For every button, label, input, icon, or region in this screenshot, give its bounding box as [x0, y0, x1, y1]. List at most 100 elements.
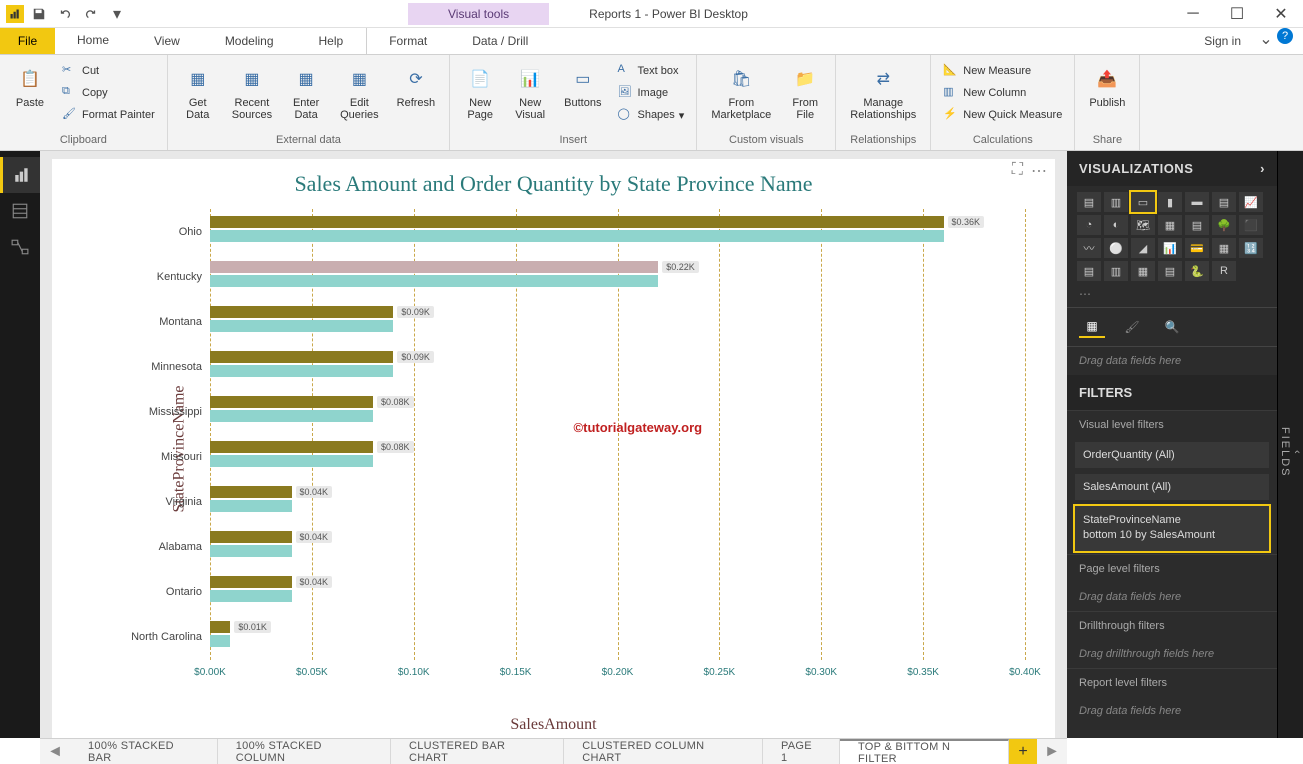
sign-in-link[interactable]: Sign in — [1190, 28, 1255, 54]
viz-type-26[interactable]: R — [1212, 261, 1236, 281]
viz-type-16[interactable]: ◢ — [1131, 238, 1155, 258]
page-filters-drop[interactable]: Drag data fields here — [1067, 583, 1277, 611]
fields-mode-icon[interactable]: ▦ — [1079, 316, 1105, 338]
tab-home[interactable]: Home — [55, 28, 132, 54]
viz-type-8[interactable]: ◐ — [1104, 215, 1128, 235]
page-tab-5[interactable]: TOP & Bittom N Filter — [840, 739, 1009, 764]
get-data-button[interactable]: ▦Get Data — [176, 61, 220, 123]
chevron-right-icon[interactable]: › — [1260, 161, 1265, 176]
viz-type-5[interactable]: ▤ — [1212, 192, 1236, 212]
data-view-icon[interactable] — [0, 193, 40, 229]
viz-type-3[interactable]: ▮ — [1158, 192, 1182, 212]
bar-sales[interactable] — [210, 396, 373, 408]
new-measure-button[interactable]: 📐New Measure — [939, 61, 1066, 81]
buttons-button[interactable]: ▭Buttons — [558, 61, 607, 111]
bar-qty[interactable] — [210, 320, 393, 332]
help-icon[interactable]: ? — [1277, 28, 1293, 44]
bar-qty[interactable] — [210, 635, 230, 647]
report-canvas[interactable]: ⛶ ⋯ Sales Amount and Order Quantity by S… — [52, 159, 1055, 738]
page-nav-next[interactable]: ► — [1037, 739, 1067, 764]
viz-type-6[interactable]: 📈 — [1239, 192, 1263, 212]
tab-format[interactable]: Format — [366, 28, 450, 54]
qat-redo-icon[interactable] — [80, 3, 102, 25]
enter-data-button[interactable]: ▦Enter Data — [284, 61, 328, 123]
viz-type-24[interactable]: ▤ — [1158, 261, 1182, 281]
copy-button[interactable]: ⧉Copy — [58, 83, 159, 103]
bar-sales[interactable] — [210, 261, 658, 273]
bar-sales[interactable] — [210, 486, 292, 498]
viz-type-23[interactable]: ▦ — [1131, 261, 1155, 281]
format-mode-icon[interactable]: 🖌 — [1119, 316, 1145, 338]
tab-modeling[interactable]: Modeling — [203, 28, 297, 54]
cut-button[interactable]: ✂Cut — [58, 61, 159, 81]
page-tab-2[interactable]: Clustered Bar Chart — [391, 739, 564, 764]
filter-order-quantity[interactable]: OrderQuantity (All) — [1075, 442, 1269, 468]
drillthrough-drop[interactable]: Drag drillthrough fields here — [1067, 640, 1277, 668]
fields-pane-collapsed[interactable]: ‹FIELDS — [1277, 151, 1303, 738]
viz-type-10[interactable]: ▦ — [1158, 215, 1182, 235]
file-tab[interactable]: File — [0, 28, 55, 54]
more-options-icon[interactable]: ⋯ — [1029, 159, 1049, 183]
filter-state-province-name[interactable]: StateProvinceNamebottom 10 by SalesAmoun… — [1075, 506, 1269, 551]
tab-view[interactable]: View — [132, 28, 203, 54]
refresh-button[interactable]: ⟳Refresh — [391, 61, 442, 111]
edit-queries-button[interactable]: ▦Edit Queries — [334, 61, 385, 123]
page-tab-1[interactable]: 100% Stacked Column — [218, 739, 391, 764]
viz-type-4[interactable]: ▬ — [1185, 192, 1209, 212]
analytics-mode-icon[interactable]: 🔍 — [1159, 316, 1185, 338]
new-page-button[interactable]: 📄New Page — [458, 61, 502, 123]
format-painter-button[interactable]: 🖌Format Painter — [58, 105, 159, 125]
report-filters-drop[interactable]: Drag data fields here — [1067, 697, 1277, 725]
from-marketplace-button[interactable]: 🛍From Marketplace — [705, 61, 777, 123]
bar-sales[interactable] — [210, 441, 373, 453]
image-button[interactable]: 🖼Image — [613, 83, 688, 103]
close-button[interactable]: ✕ — [1259, 0, 1303, 28]
maximize-button[interactable]: ☐ — [1215, 0, 1259, 28]
viz-type-15[interactable]: ⚪ — [1104, 238, 1128, 258]
paste-button[interactable]: 📋Paste — [8, 61, 52, 111]
bar-sales[interactable] — [210, 621, 230, 633]
viz-type-7[interactable]: ◔ — [1077, 215, 1101, 235]
qat-dropdown-icon[interactable]: ▾ — [106, 3, 128, 25]
viz-type-25[interactable]: 🐍 — [1185, 261, 1209, 281]
tab-help[interactable]: Help — [297, 28, 367, 54]
add-page-button[interactable]: + — [1009, 739, 1037, 764]
viz-type-14[interactable]: 〰 — [1077, 238, 1101, 258]
focus-mode-icon[interactable]: ⛶ — [1010, 159, 1025, 183]
bar-sales[interactable] — [210, 576, 292, 588]
visualizations-header[interactable]: VISUALIZATIONS› — [1067, 151, 1277, 186]
page-tab-4[interactable]: Page 1 — [763, 739, 840, 764]
chevron-down-icon[interactable]: ⌄ — [1255, 28, 1277, 50]
viz-type-17[interactable]: 📊 — [1158, 238, 1182, 258]
viz-type-18[interactable]: 💳 — [1185, 238, 1209, 258]
tab-data-drill[interactable]: Data / Drill — [450, 28, 551, 54]
bar-sales[interactable] — [210, 531, 292, 543]
bar-sales[interactable] — [210, 351, 393, 363]
viz-type-22[interactable]: ▥ — [1104, 261, 1128, 281]
recent-sources-button[interactable]: ▦Recent Sources — [226, 61, 278, 123]
report-view-icon[interactable] — [0, 157, 40, 193]
page-tab-3[interactable]: Clustered Column Chart — [564, 739, 763, 764]
viz-type-11[interactable]: ▤ — [1185, 215, 1209, 235]
minimize-button[interactable]: ─ — [1171, 0, 1215, 28]
viz-type-2[interactable]: ▭ — [1131, 192, 1155, 212]
new-column-button[interactable]: ▥New Column — [939, 83, 1066, 103]
viz-type-20[interactable]: 🔢 — [1239, 238, 1263, 258]
viz-type-9[interactable]: 🗺 — [1131, 215, 1155, 235]
page-nav-prev[interactable]: ◄ — [40, 739, 70, 764]
viz-type-1[interactable]: ▥ — [1104, 192, 1128, 212]
fields-drop-zone[interactable]: Drag data fields here — [1067, 347, 1277, 375]
bar-qty[interactable] — [210, 410, 373, 422]
shapes-button[interactable]: ◯Shapes ▾ — [613, 105, 688, 125]
bar-qty[interactable] — [210, 455, 373, 467]
qat-undo-icon[interactable] — [54, 3, 76, 25]
manage-relationships-button[interactable]: ⇄Manage Relationships — [844, 61, 922, 123]
textbox-button[interactable]: AText box — [613, 61, 688, 81]
bar-qty[interactable] — [210, 500, 292, 512]
viz-type-12[interactable]: 🌳 — [1212, 215, 1236, 235]
model-view-icon[interactable] — [0, 229, 40, 265]
publish-button[interactable]: 📤Publish — [1083, 61, 1131, 111]
bar-sales[interactable] — [210, 216, 944, 228]
bar-qty[interactable] — [210, 590, 292, 602]
from-file-button[interactable]: 📁From File — [783, 61, 827, 123]
